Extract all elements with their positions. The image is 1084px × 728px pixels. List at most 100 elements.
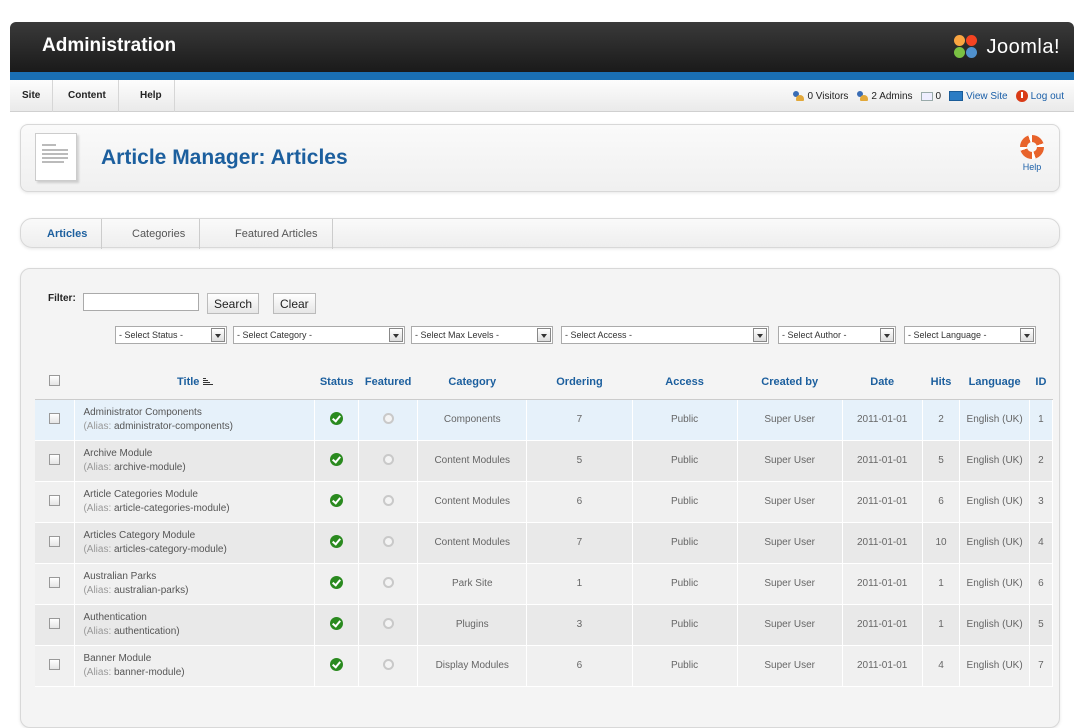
column-header-language[interactable]: Language <box>959 365 1030 400</box>
visitors-label: 0 Visitors <box>807 90 849 102</box>
row-select-cell <box>35 563 76 605</box>
view-site-link[interactable]: View Site <box>949 91 1008 102</box>
row-select-cell <box>35 481 76 523</box>
row-checkbox[interactable] <box>49 576 61 588</box>
row-checkbox[interactable] <box>49 412 61 424</box>
menu-help[interactable]: Help <box>128 80 175 112</box>
status-cell <box>314 563 360 605</box>
featured-toggle-icon[interactable] <box>382 494 394 506</box>
column-header-access[interactable]: Access <box>632 365 738 400</box>
created-by-cell: Super User <box>737 563 843 605</box>
table-row: Australian Parks (Alias: australian-parks… <box>35 563 1054 605</box>
joomla-logo-icon <box>952 33 982 61</box>
messages-status[interactable]: 0 <box>920 91 941 102</box>
access-cell: Public <box>632 399 738 441</box>
help-button[interactable]: Help <box>1017 135 1047 172</box>
table-row: Archive Module (Alias: archive-module) Con… <box>35 440 1054 482</box>
select-status[interactable]: - Select Status - <box>115 326 227 344</box>
title-cell: Authentication (Alias: authentication) <box>74 604 316 646</box>
article-title-link[interactable]: Article Categories Module <box>83 489 314 500</box>
column-header-status[interactable]: Status <box>314 365 359 400</box>
status-cell <box>314 604 360 646</box>
published-check-icon[interactable] <box>330 616 344 630</box>
help-icon <box>1020 135 1044 159</box>
select-all-cell <box>35 365 75 400</box>
article-title-link[interactable]: Banner Module <box>83 653 314 664</box>
article-title-link[interactable]: Archive Module <box>83 448 314 459</box>
row-select-cell <box>35 645 76 687</box>
column-header-title[interactable]: Title <box>74 365 315 400</box>
app-title: Administration <box>42 35 177 56</box>
category-cell: Plugins <box>417 604 528 646</box>
article-title-link[interactable]: Authentication <box>83 612 314 623</box>
article-title-link[interactable]: Australian Parks <box>83 571 314 582</box>
access-cell: Public <box>632 645 738 687</box>
admins-icon <box>856 91 869 101</box>
featured-toggle-icon[interactable] <box>382 576 394 588</box>
ordering-cell: 6 <box>526 645 633 687</box>
select-author[interactable]: - Select Author - <box>778 326 896 344</box>
featured-toggle-icon[interactable] <box>382 658 394 670</box>
published-check-icon[interactable] <box>330 575 344 589</box>
filter-search-input[interactable] <box>83 293 199 311</box>
search-button[interactable]: Search <box>207 293 260 314</box>
column-header-created-by[interactable]: Created by <box>737 365 843 400</box>
column-header-id[interactable]: ID <box>1029 365 1053 400</box>
access-cell: Public <box>632 563 738 605</box>
row-checkbox[interactable] <box>49 494 61 506</box>
select-all-checkbox[interactable] <box>49 374 61 386</box>
access-cell: Public <box>632 522 738 564</box>
clear-button[interactable]: Clear <box>273 293 316 314</box>
select-category[interactable]: - Select Category - <box>233 326 405 344</box>
featured-toggle-icon[interactable] <box>382 453 394 465</box>
featured-cell <box>358 481 419 523</box>
alias-value: banner-module <box>114 667 182 678</box>
row-checkbox[interactable] <box>49 453 61 465</box>
alias-label: (Alias: <box>83 585 114 596</box>
published-check-icon[interactable] <box>330 657 344 671</box>
published-check-icon[interactable] <box>330 411 344 425</box>
featured-toggle-icon[interactable] <box>382 412 394 424</box>
featured-cell <box>358 645 419 687</box>
date-cell: 2011-01-01 <box>842 604 923 646</box>
menu-content[interactable]: Content <box>56 80 119 112</box>
select-access[interactable]: - Select Access - <box>561 326 769 344</box>
logout-link[interactable]: Log out <box>1015 90 1064 102</box>
published-check-icon[interactable] <box>330 452 344 466</box>
title-cell: Article Categories Module (Alias: article… <box>74 481 316 523</box>
select-max-levels[interactable]: - Select Max Levels - <box>411 326 553 344</box>
article-title-link[interactable]: Administrator Components <box>83 407 314 418</box>
article-title-link[interactable]: Articles Category Module <box>83 530 314 541</box>
alias-label: (Alias: <box>83 667 114 678</box>
status-cell <box>314 440 360 482</box>
published-check-icon[interactable] <box>330 493 344 507</box>
featured-toggle-icon[interactable] <box>382 535 394 547</box>
menu-site[interactable]: Site <box>10 80 54 112</box>
column-header-date[interactable]: Date <box>842 365 923 400</box>
brand-text: Joomla! <box>986 35 1060 58</box>
visitors-icon <box>792 91 805 101</box>
article-alias: (Alias: banner-module) <box>83 667 185 678</box>
tab-featured-articles[interactable]: Featured Articles <box>221 219 333 249</box>
tab-categories[interactable]: Categories <box>118 219 201 249</box>
page-title: Article Manager: Articles <box>101 146 348 169</box>
featured-cell <box>358 563 419 605</box>
language-cell: English (UK) <box>959 604 1030 646</box>
category-cell: Content Modules <box>417 522 528 564</box>
tab-articles[interactable]: Articles <box>35 219 103 249</box>
column-header-category[interactable]: Category <box>417 365 527 400</box>
category-cell: Components <box>417 399 528 441</box>
select-language[interactable]: - Select Language - <box>904 326 1036 344</box>
visitors-status: 0 Visitors <box>792 91 848 102</box>
row-checkbox[interactable] <box>49 535 61 547</box>
row-checkbox[interactable] <box>49 617 61 629</box>
ordering-cell: 7 <box>526 522 633 564</box>
column-header-featured[interactable]: Featured <box>358 365 418 400</box>
column-header-hits[interactable]: Hits <box>922 365 960 400</box>
featured-toggle-icon[interactable] <box>382 617 394 629</box>
published-check-icon[interactable] <box>330 534 344 548</box>
column-header-ordering[interactable]: Ordering <box>526 365 633 400</box>
row-checkbox[interactable] <box>49 658 61 670</box>
table-row: Administrator Components (Alias: administ… <box>35 399 1054 441</box>
title-header-label: Title <box>177 375 200 388</box>
